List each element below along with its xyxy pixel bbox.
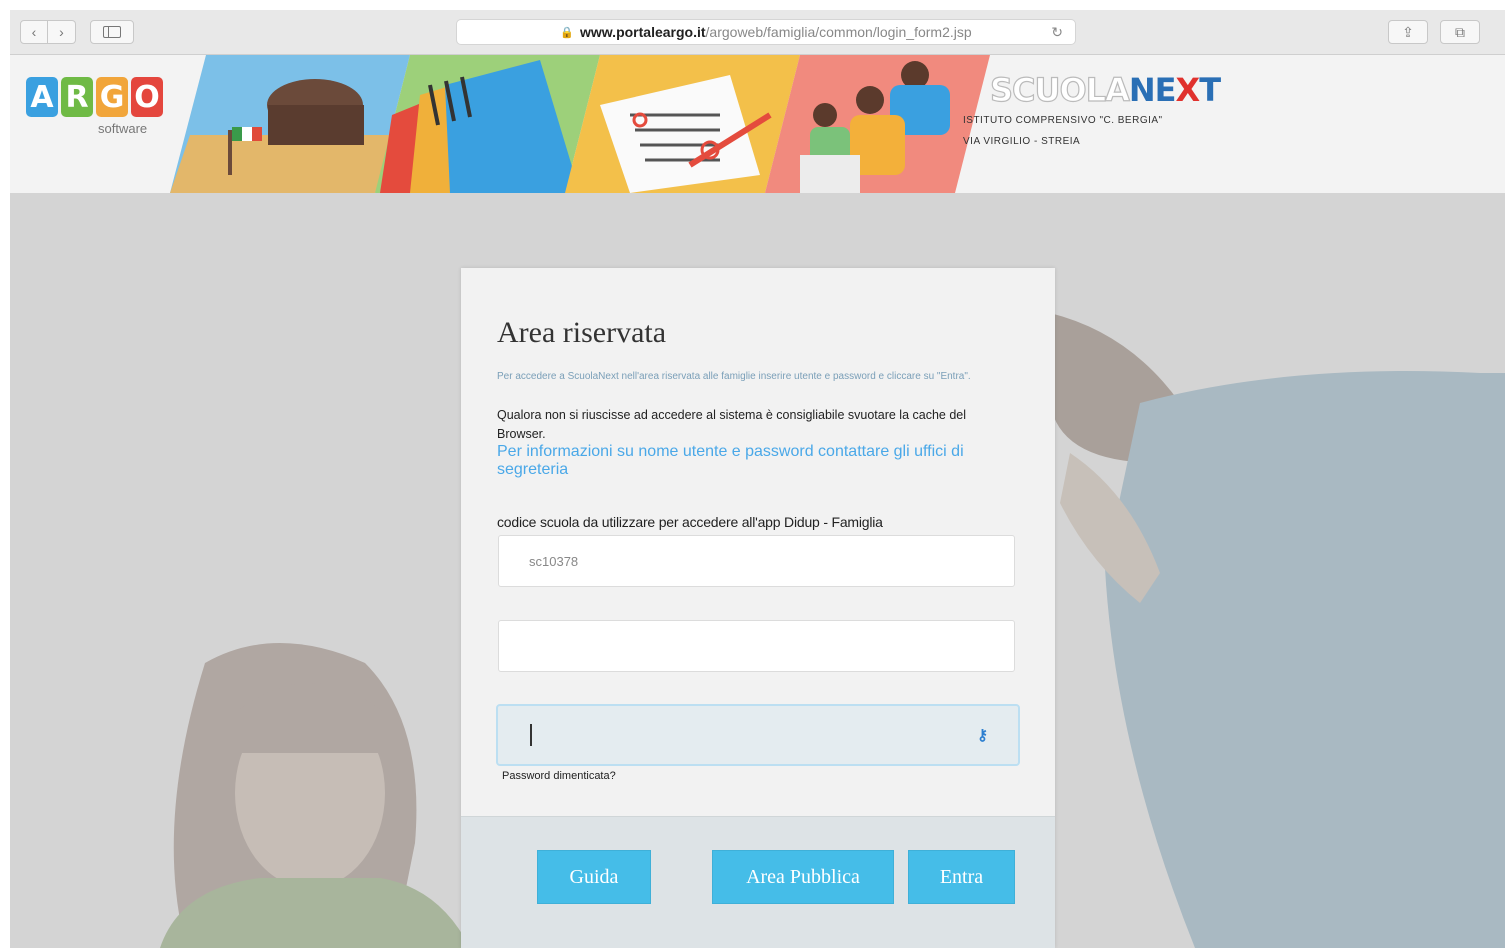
logo-subtitle: software (98, 121, 148, 136)
key-icon[interactable]: ⚷ (977, 726, 988, 744)
sidebar-toggle-button[interactable] (90, 20, 134, 44)
logo-letter: A (26, 77, 58, 117)
logo-letter: O (131, 77, 163, 117)
page-title: Area riservata (497, 316, 667, 349)
chevron-right-icon: › (59, 24, 64, 40)
entra-button[interactable]: Entra (908, 850, 1015, 904)
back-button[interactable]: ‹ (20, 20, 48, 44)
login-card: Area riservata Per accedere a ScuolaNext… (461, 268, 1055, 948)
forgot-password-link[interactable]: Password dimenticata? (502, 770, 616, 782)
url-path: /argoweb/famiglia/common/login_form2.jsp (705, 24, 972, 40)
header-banner: A R G O software SCUOLANEXT ISTITUTO COM… (10, 55, 1505, 193)
logo-letter: G (96, 77, 128, 117)
school-code-label: codice scuola da utilizzare per accedere… (497, 514, 883, 530)
url-domain: www.portaleargo.it (580, 24, 706, 40)
argo-logo: A R G O (26, 77, 163, 117)
header-illustration (170, 55, 990, 193)
school-code-value: sc10378 (529, 553, 579, 569)
share-icon: ⇪ (1402, 23, 1414, 40)
logo-letter: R (61, 77, 93, 117)
tabs-button[interactable]: ⧉ (1440, 20, 1480, 44)
forward-button[interactable]: › (48, 20, 76, 44)
browser-toolbar: ‹ › 🔒 www.portaleargo.it/argoweb/famigli… (10, 10, 1505, 55)
chevron-left-icon: ‹ (31, 24, 37, 40)
area-pubblica-button[interactable]: Area Pubblica (712, 850, 894, 904)
text-cursor (530, 724, 532, 746)
username-field[interactable] (498, 620, 1015, 672)
lock-icon: 🔒 (560, 26, 575, 39)
address-bar[interactable]: 🔒 www.portaleargo.it/argoweb/famiglia/co… (456, 19, 1076, 45)
reload-icon[interactable]: ↻ (1051, 24, 1063, 41)
credentials-info-link[interactable]: Per informazioni su nome utente e passwo… (497, 443, 1027, 479)
cache-notice: Qualora non si riuscisse ad accedere al … (497, 408, 967, 441)
login-instructions: Per accedere a ScuolaNext nell'area rise… (497, 371, 971, 382)
nav-buttons: ‹ › (20, 20, 76, 44)
share-button[interactable]: ⇪ (1388, 20, 1428, 44)
scuolanext-brand: SCUOLANEXT (989, 70, 1221, 109)
password-field[interactable]: ⚷ (496, 704, 1020, 766)
guida-button[interactable]: Guida (537, 850, 651, 904)
school-address: VIA VIRGILIO - STREIA (963, 136, 1081, 147)
sidebar-icon (103, 26, 121, 38)
school-code-field[interactable]: sc10378 (498, 535, 1015, 587)
school-name: ISTITUTO COMPRENSIVO "C. BERGIA" (963, 115, 1163, 126)
tabs-icon: ⧉ (1455, 23, 1465, 40)
